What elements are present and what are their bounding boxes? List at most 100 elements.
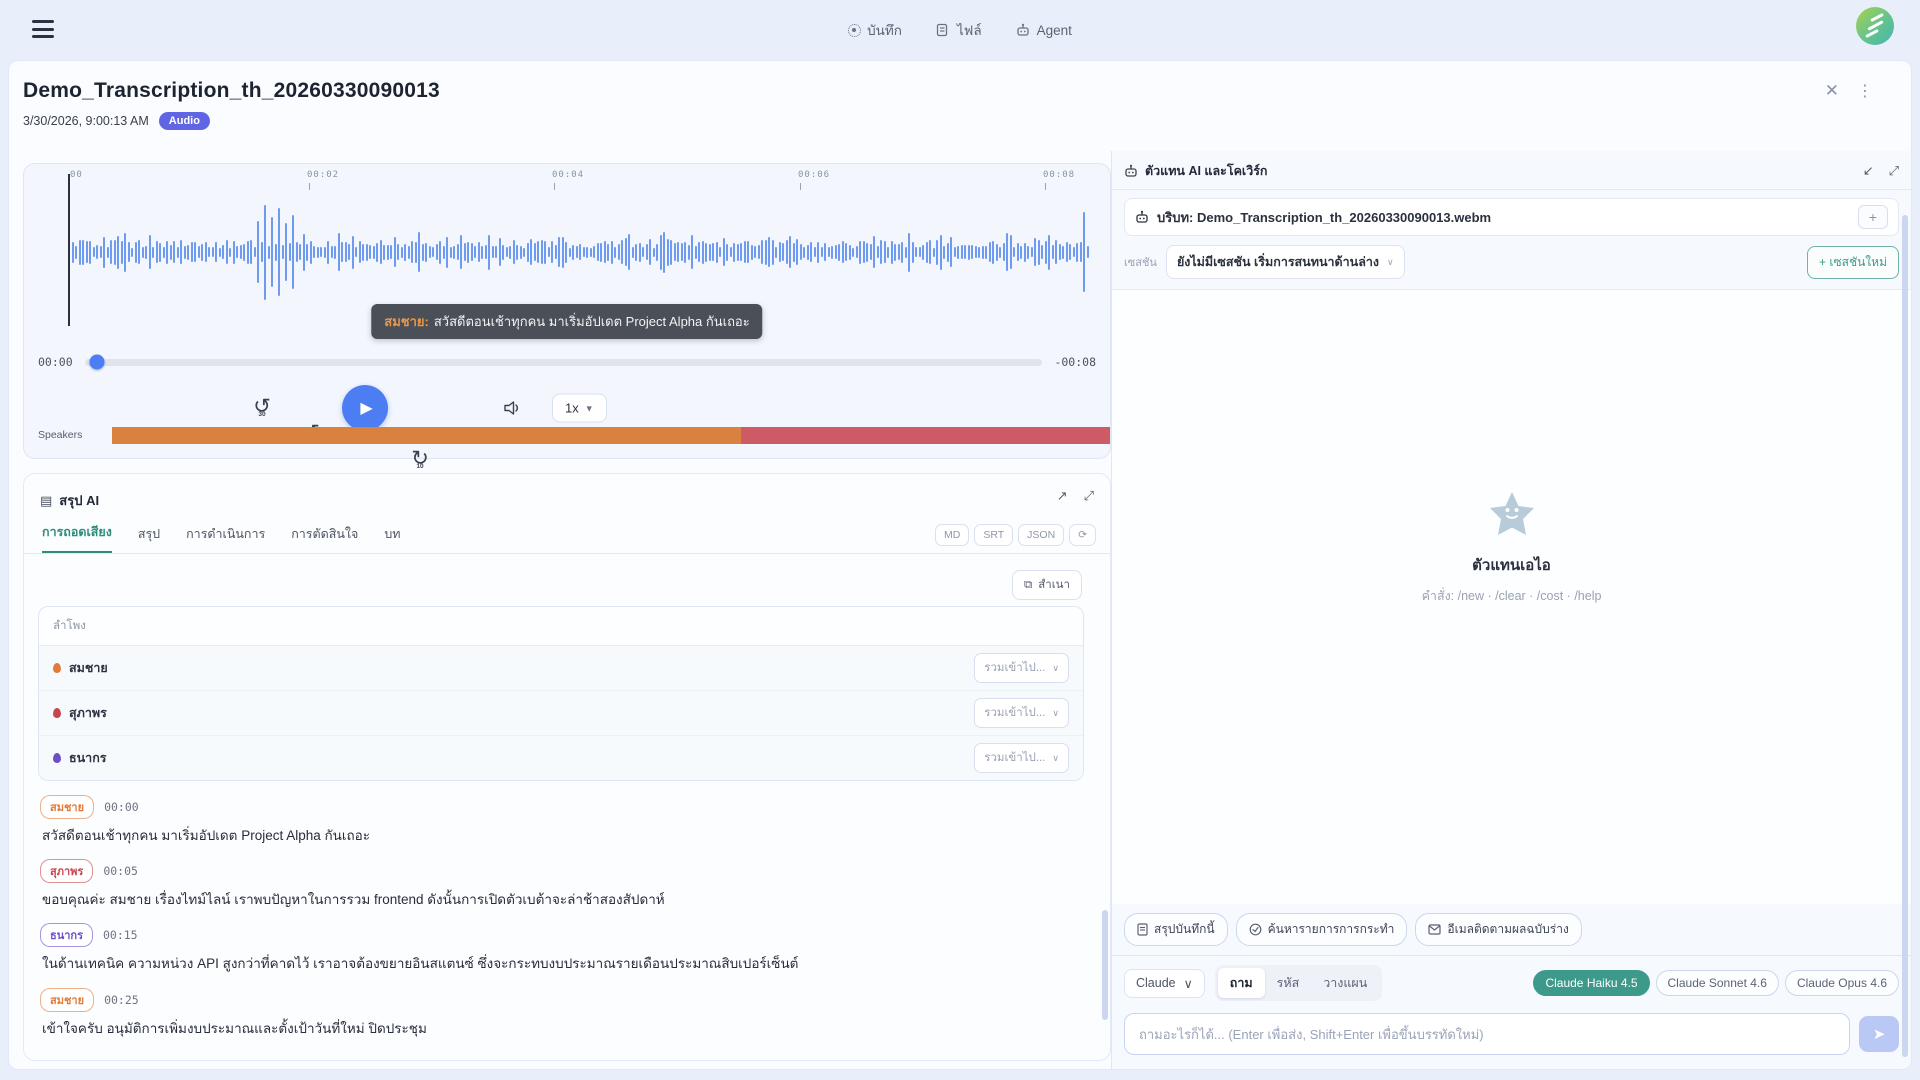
tab-transcription[interactable]: การถอดเสียง	[42, 522, 112, 553]
merge-into-dropdown[interactable]: รวมเข้าไป...∨	[974, 698, 1069, 728]
model-claude-sonnet[interactable]: Claude Sonnet 4.6	[1656, 970, 1779, 996]
record-icon	[848, 24, 861, 37]
speaker-segment[interactable]	[741, 427, 1110, 444]
utterance-text: ในด้านเทคนิค ความหน่วง API สูงกว่าที่คาด…	[42, 955, 1092, 973]
transcript-entry: สมชาย 00:25 เข้าใจครับ อนุมัติการเพิ่มงบ…	[40, 988, 1092, 1038]
mail-icon	[1428, 924, 1441, 935]
utterance-text: เข้าใจครับ อนุมัติการเพิ่มงบประมาณและตั้…	[42, 1020, 1092, 1038]
kebab-menu-icon[interactable]: ⋮	[1857, 81, 1873, 101]
context-label: บริบท: Demo_Transcription_th_20260330090…	[1157, 207, 1491, 228]
seek-thumb[interactable]	[90, 355, 105, 370]
export-md-button[interactable]: MD	[935, 524, 969, 546]
files-label: ไฟล์	[957, 19, 982, 41]
agent-label: Agent	[1037, 23, 1072, 38]
transcript-scrollbar[interactable]	[1102, 910, 1108, 1020]
playback-speed-button[interactable]: 1x ▼	[552, 394, 607, 423]
waveform-tooltip: สมชาย:สวัสดีตอนเช้าทุกคน มาเริ่มอัปเดต P…	[371, 304, 762, 339]
speaker-timeline	[112, 427, 1110, 444]
speaker-color-dot	[53, 663, 61, 673]
utterance-time: 00:15	[103, 928, 138, 942]
provider-dropdown[interactable]: Claude ∨	[1124, 969, 1205, 998]
files-button[interactable]: ไฟล์	[936, 19, 982, 41]
check-circle-icon	[1249, 923, 1262, 936]
rewind-30-button[interactable]: ↺30	[249, 395, 275, 421]
new-session-button[interactable]: + เซสชันใหม่	[1807, 246, 1899, 279]
export-json-button[interactable]: JSON	[1018, 524, 1064, 546]
chevron-down-icon: ∨	[1052, 753, 1059, 764]
speaker-row: สุภาพร รวมเข้าไป...∨	[39, 691, 1083, 736]
menu-icon[interactable]	[32, 20, 54, 38]
speaker-badge[interactable]: ธนากร	[40, 923, 93, 947]
mode-ask[interactable]: ถาม	[1218, 968, 1265, 998]
speaker-badge[interactable]: สมชาย	[40, 795, 94, 819]
forward-10-button[interactable]: ↻10	[407, 447, 433, 473]
collapse-icon[interactable]: ↙	[1863, 163, 1874, 179]
play-button[interactable]: ▶	[342, 385, 388, 431]
merge-into-dropdown[interactable]: รวมเข้าไป...∨	[974, 653, 1069, 683]
refresh-icon[interactable]: ⟳	[1069, 524, 1096, 546]
utterance-text: สวัสดีตอนเช้าทุกคน มาเริ่มอัปเดต Project…	[42, 827, 1092, 845]
timeline-tick: 00	[70, 170, 83, 180]
expand-icon[interactable]: ⤢	[1889, 163, 1899, 179]
timeline-tick: 00:06	[798, 170, 830, 180]
file-icon	[936, 23, 951, 38]
volume-button[interactable]	[503, 399, 523, 417]
context-bar: บริบท: Demo_Transcription_th_20260330090…	[1124, 198, 1899, 236]
elapsed-time: 00:00	[38, 355, 73, 369]
speaker-color-dot	[53, 753, 61, 763]
send-icon: ➤	[1873, 1025, 1886, 1043]
mode-code[interactable]: รหัส	[1265, 968, 1312, 998]
export-srt-button[interactable]: SRT	[974, 524, 1013, 546]
waveform[interactable]	[68, 192, 1090, 312]
page-title: Demo_Transcription_th_20260330090013	[23, 79, 440, 103]
utterance-time: 00:00	[104, 800, 139, 814]
speaker-badge[interactable]: สุภาพร	[40, 859, 93, 883]
speaker-badge[interactable]: สมชาย	[40, 988, 94, 1012]
utterance-time: 00:25	[104, 993, 139, 1007]
tab-actions[interactable]: การดำเนินการ	[186, 524, 265, 553]
close-icon[interactable]: ✕	[1825, 81, 1839, 101]
robot-icon	[1135, 210, 1149, 224]
chevron-down-icon: ▼	[585, 403, 594, 413]
agent-button[interactable]: Agent	[1016, 23, 1072, 38]
app-logo[interactable]	[1856, 7, 1894, 45]
remaining-time: -00:08	[1054, 355, 1096, 369]
transcript-entry: สมชาย 00:00 สวัสดีตอนเช้าทุกคน มาเริ่มอั…	[40, 795, 1092, 845]
speaker-segment[interactable]	[112, 427, 741, 444]
speaker-row: ธนากร รวมเข้าไป...∨	[39, 736, 1083, 780]
expand-icon[interactable]: ⤢	[1084, 488, 1094, 504]
speaker-row: สมชาย รวมเข้าไป...∨	[39, 646, 1083, 691]
copy-button[interactable]: ⧉ สำเนา	[1012, 570, 1082, 600]
speakers-label: Speakers	[38, 429, 112, 441]
agent-star-icon	[1487, 490, 1537, 538]
tooltip-text: สวัสดีตอนเช้าทุกคน มาเริ่มอัปเดต Project…	[434, 314, 750, 329]
session-dropdown[interactable]: ยังไม่มีเซสชัน เริ่มการสนทนาด้านล่าง ∨	[1166, 245, 1405, 279]
record-button[interactable]: บันทึก	[848, 19, 902, 41]
chat-input[interactable]	[1124, 1013, 1850, 1055]
tab-decisions[interactable]: การตัดสินใจ	[291, 524, 358, 553]
summary-header: สรุป AI	[59, 490, 99, 511]
chat-area: ตัวแทนเอไอ คำสั่ง: /new · /clear · /cost…	[1112, 290, 1911, 904]
mode-plan[interactable]: วางแผน	[1311, 968, 1379, 998]
seek-slider[interactable]	[85, 359, 1043, 366]
open-external-icon[interactable]: ↗	[1057, 488, 1068, 504]
send-button[interactable]: ➤	[1859, 1016, 1899, 1052]
add-context-button[interactable]: +	[1858, 205, 1888, 229]
find-action-items-button[interactable]: ค้นหารายการการกระทำ	[1236, 913, 1408, 946]
speaker-table-header: ลำโพง	[39, 607, 1083, 646]
playhead-cursor[interactable]	[68, 174, 70, 326]
summarize-note-button[interactable]: สรุปบันทึกนี้	[1124, 913, 1228, 946]
agent-commands-hint: คำสั่ง: /new · /clear · /cost · /help	[1112, 586, 1911, 606]
panel-scrollbar[interactable]	[1902, 215, 1908, 1057]
ai-summary-section: ▤ สรุป AI ↗ ⤢ การถอดเสียง สรุป การดำเนิน…	[23, 473, 1111, 1061]
robot-icon	[1124, 164, 1138, 178]
model-claude-haiku[interactable]: Claude Haiku 4.5	[1533, 970, 1649, 996]
tab-summary[interactable]: สรุป	[138, 524, 160, 553]
agent-empty-title: ตัวแทนเอไอ	[1112, 553, 1911, 577]
speed-value: 1x	[565, 401, 579, 416]
draft-followup-email-button[interactable]: อีเมลติดตามผลฉบับร่าง	[1415, 913, 1581, 946]
model-claude-opus[interactable]: Claude Opus 4.6	[1785, 970, 1899, 996]
ai-agent-panel: ตัวแทน AI และโคเวิร์ก ↙ ⤢ บริบท: Demo_Tr…	[1111, 151, 1911, 1069]
tab-chapters[interactable]: บท	[384, 524, 400, 553]
merge-into-dropdown[interactable]: รวมเข้าไป...∨	[974, 743, 1069, 773]
